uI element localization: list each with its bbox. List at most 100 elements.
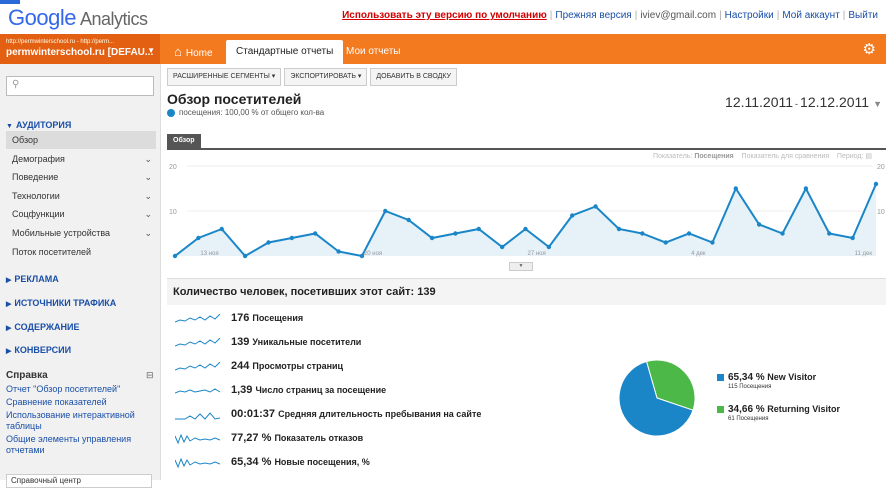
account-selector[interactable]: http://permwinterschool.ru - http://perm… bbox=[0, 34, 160, 64]
data-point bbox=[546, 244, 552, 250]
y-tick-label-right: 20 bbox=[877, 164, 885, 171]
use-default-link[interactable]: Использовать эту версию по умолчанию bbox=[342, 10, 547, 21]
sidebar-item-demographics[interactable]: Демография ⌄ bbox=[6, 150, 156, 168]
compare-selector[interactable]: Показатель для сравнения bbox=[742, 153, 830, 160]
sidebar-item-visitor-flow[interactable]: Поток посетителей bbox=[6, 243, 156, 261]
sidebar-section-audience[interactable]: ▼ АУДИТОРИЯ bbox=[6, 120, 71, 130]
legend-sub: 61 Посещения bbox=[728, 416, 769, 422]
y-tick-label: 20 bbox=[169, 164, 177, 171]
metric-value: 176 Посещения bbox=[231, 312, 304, 324]
sidebar-section-content[interactable]: ▶ СОДЕРЖАНИЕ bbox=[6, 322, 79, 332]
date-from: 12.11.2011 bbox=[725, 94, 794, 110]
data-point bbox=[803, 186, 809, 191]
sidebar-item-label: Технологии bbox=[12, 191, 60, 201]
old-version-link[interactable]: Прежняя версия bbox=[555, 10, 631, 21]
home-icon: ⌂ bbox=[174, 44, 182, 59]
sidebar-section-label: АУДИТОРИЯ bbox=[15, 120, 72, 130]
sparkline bbox=[175, 412, 221, 420]
search-input[interactable]: ⚲ bbox=[6, 76, 154, 96]
sparkline bbox=[175, 362, 221, 371]
sparkline bbox=[175, 338, 221, 347]
sidebar-item-overview[interactable]: Обзор bbox=[6, 131, 156, 149]
help-link-overview[interactable]: Отчет "Обзор посетителей" bbox=[6, 384, 154, 395]
account-url: http://permwinterschool.ru - http://perm… bbox=[6, 39, 115, 45]
data-point bbox=[686, 231, 692, 236]
visits-chart: 20 10 20 10 13 ноя 20 ноя 27 ноя 4 дек 11 дек bbox=[167, 160, 886, 270]
data-point bbox=[850, 235, 855, 241]
sidebar-item-label: Поток посетителей bbox=[12, 247, 91, 257]
search-icon: ⚲ bbox=[12, 79, 20, 90]
segments-button[interactable]: РАСШИРЕННЫЕ СЕГМЕНТЫ ▾ bbox=[167, 68, 282, 86]
help-link-interactive-table[interactable]: Использование интерактивной таблицы bbox=[6, 410, 154, 432]
metric-label: Показатель отказов bbox=[274, 433, 364, 443]
data-point bbox=[523, 226, 528, 232]
data-point bbox=[313, 231, 318, 236]
sidebar-item-label: Соцфункции bbox=[12, 209, 65, 219]
tab-home[interactable]: ⌂ Home bbox=[164, 40, 223, 64]
data-point bbox=[827, 231, 832, 236]
y-tick-label-right: 10 bbox=[877, 209, 885, 216]
sidebar: ⚲ ▼ АУДИТОРИЯ Обзор Демография ⌄ Поведение… bbox=[0, 64, 161, 488]
data-point bbox=[780, 231, 785, 236]
metric-label: Посещения bbox=[252, 313, 304, 323]
settings-link[interactable]: Настройки bbox=[725, 10, 774, 21]
sidebar-section-conversions[interactable]: ▶ КОНВЕРСИИ bbox=[6, 345, 71, 355]
chevron-down-icon: ⌄ bbox=[144, 154, 152, 164]
x-tick-label: 4 дек bbox=[691, 251, 706, 257]
data-point bbox=[336, 249, 341, 254]
gear-icon[interactable]: ⚙ bbox=[863, 40, 876, 58]
data-point bbox=[710, 240, 715, 245]
legend-swatch bbox=[717, 406, 724, 414]
sidebar-item-mobile[interactable]: Мобильные устройства ⌄ bbox=[6, 224, 156, 242]
help-title: Справка bbox=[6, 370, 48, 381]
subtitle-text: посещения: 100,00 % от общего кол-ва bbox=[179, 108, 325, 117]
y-tick-label: 10 bbox=[169, 209, 177, 216]
report-toolbar: РАСШИРЕННЫЕ СЕГМЕНТЫ ▾ ЭКСПОРТИРОВАТЬ ▾ … bbox=[167, 68, 457, 86]
chevron-down-icon: ⌄ bbox=[144, 172, 152, 182]
legend-name: New Visitor bbox=[767, 372, 817, 382]
add-to-dashboard-button[interactable]: ДОБАВИТЬ В СВОДКУ bbox=[370, 68, 457, 86]
x-tick-label: 27 ноя bbox=[528, 251, 546, 257]
sidebar-item-label: Обзор bbox=[12, 135, 38, 145]
sidebar-item-social[interactable]: Соцфункции ⌄ bbox=[6, 205, 156, 223]
tab-overview[interactable]: Обзор bbox=[167, 134, 201, 148]
metric-value: 1,39 Число страниц за посещение bbox=[231, 384, 387, 396]
google-analytics-logo[interactable]: Google Analytics bbox=[8, 5, 148, 31]
page-title: Обзор посетителей bbox=[167, 91, 302, 107]
data-point bbox=[616, 226, 622, 232]
sparkline bbox=[175, 434, 221, 445]
sidebar-section-traffic[interactable]: ▶ ИСТОЧНИКИ ТРАФИКА bbox=[6, 298, 116, 308]
sidebar-section-advertising[interactable]: ▶ РЕКЛАМА bbox=[6, 274, 59, 284]
metric-selector[interactable]: Посещения bbox=[694, 153, 733, 160]
people-summary-text: Количество человек, посетивших этот сайт… bbox=[173, 286, 436, 298]
sparkline bbox=[175, 458, 221, 469]
chevron-down-icon: ⌄ bbox=[144, 228, 152, 238]
sidebar-item-behavior[interactable]: Поведение ⌄ bbox=[6, 168, 156, 186]
date-range-picker[interactable]: 12.11.2011-12.12.2011 ▼ bbox=[725, 94, 882, 110]
metric-label: Просмотры страниц bbox=[252, 361, 344, 371]
logout-link[interactable]: Выйти bbox=[848, 10, 878, 21]
sidebar-item-technology[interactable]: Технологии ⌄ bbox=[6, 187, 156, 205]
export-button[interactable]: ЭКСПОРТИРОВАТЬ ▾ bbox=[284, 68, 368, 86]
metric-value: 77,27 % Показатель отказов bbox=[231, 432, 364, 444]
metric-label: Новые посещения, % bbox=[274, 457, 370, 467]
help-center-button[interactable]: Справочный центр bbox=[6, 474, 152, 488]
help-link-controls[interactable]: Общие элементы управления отчетами bbox=[6, 434, 154, 456]
help-link-compare[interactable]: Сравнение показателей bbox=[6, 397, 154, 408]
visits-chart-svg: 20 10 20 10 13 ноя 20 ноя 27 ноя 4 дек 11 дек bbox=[169, 164, 885, 259]
my-account-link[interactable]: Мой аккаунт bbox=[782, 10, 839, 21]
tab-my-reports-label: Мои отчеты bbox=[346, 46, 401, 57]
top-bar: Google Analytics Использовать эту версию … bbox=[0, 0, 886, 32]
data-point bbox=[733, 186, 738, 191]
metric-label: Средняя длительность пребывания на сайте bbox=[278, 409, 482, 419]
sidebar-item-label: Демография bbox=[12, 154, 65, 164]
tab-my-reports[interactable]: Мои отчеты bbox=[336, 40, 411, 64]
chart-resize-handle[interactable]: ▼ bbox=[509, 262, 533, 271]
chart-type-icon[interactable]: ▤ bbox=[865, 153, 872, 160]
triangle-right-icon: ▶ bbox=[6, 325, 12, 332]
metric-label: Показатель: bbox=[653, 153, 693, 160]
collapse-icon[interactable]: ⊟ bbox=[146, 370, 154, 381]
data-point bbox=[172, 253, 178, 259]
data-point bbox=[756, 222, 762, 227]
tab-standard-reports[interactable]: Стандартные отчеты bbox=[226, 40, 344, 64]
